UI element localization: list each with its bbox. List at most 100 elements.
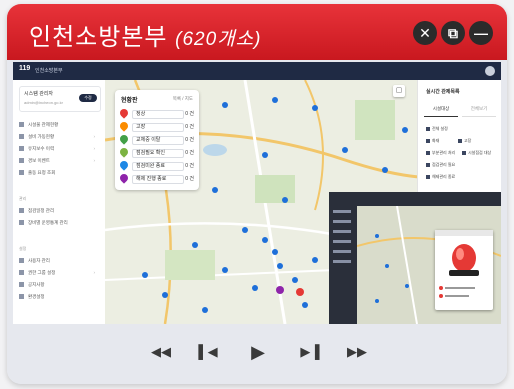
menu-icon <box>19 294 24 300</box>
status-panel: 현황판 목록 / 지도 정상 0 건 고장 0 건 교체중 이탈 0 건 점검필요 확… <box>115 90 199 190</box>
realtime-list-panel: 실시간 관제목록 시설대상 전체보기 전체 설정 화재 고장 부분관리 처리 시… <box>417 80 501 198</box>
app-window: 인천소방본부 (620개소) ✕ ⧉ — 119 인천소방본부 시스템 관리자 … <box>7 4 507 384</box>
sidebar: 시스템 관리자 admin@incheon.go.kr 수정 시설물 관제현황 … <box>13 80 106 324</box>
user-email: admin@incheon.go.kr <box>24 100 63 105</box>
chevron-right-icon: › <box>93 134 96 139</box>
list-item[interactable]: 고장 <box>458 138 471 144</box>
tab-facility[interactable]: 시설대상 <box>424 106 458 117</box>
menu-icon <box>19 258 24 264</box>
checkbox-icon <box>426 126 430 131</box>
user-menu-icon[interactable] <box>485 66 495 76</box>
sidebar-item[interactable]: 점검일정 관리 <box>19 206 101 215</box>
menu-icon <box>19 270 24 276</box>
app-brand: 인천소방본부 <box>35 68 63 74</box>
sidebar-item[interactable]: 공지사항 <box>19 280 101 289</box>
chevron-right-icon: › <box>93 146 96 151</box>
skip-forward-icon: ▶▐ <box>300 344 320 359</box>
checkbox-icon <box>426 138 430 143</box>
chevron-right-icon: › <box>93 158 96 163</box>
inset-sidebar <box>333 210 351 263</box>
pin-icon <box>118 107 130 119</box>
pin-icon <box>118 172 130 184</box>
next-button[interactable]: ▶▐ <box>299 344 321 360</box>
skip-back-icon: ▌◀ <box>198 344 218 359</box>
tab-all[interactable]: 전체보기 <box>462 106 496 117</box>
user-name: 시스템 관리자 <box>24 91 53 97</box>
fast-forward-icon: ▶▶ <box>347 344 367 359</box>
user-card: 시스템 관리자 admin@incheon.go.kr 수정 <box>19 86 101 112</box>
pin-icon <box>118 120 130 132</box>
menu-icon <box>19 122 24 128</box>
menu-icon <box>19 134 24 140</box>
sidebar-section-label: 설정 <box>19 246 27 251</box>
prev-button[interactable]: ▌◀ <box>197 344 219 360</box>
sidebar-item[interactable]: 사용자 관리 <box>19 256 101 265</box>
player-controls: ◀◀ ▌◀ ▶ ▶▐ ▶▶ <box>7 324 507 384</box>
sidebar-item[interactable]: 시설물 관제현황 <box>19 120 101 129</box>
window-title: 인천소방본부 (620개소) <box>29 17 261 52</box>
sidebar-item[interactable]: 경보 이벤트 › <box>19 156 101 165</box>
sidebar-item[interactable]: 장비별 운영통계 관리 <box>19 218 101 227</box>
copy-icon: ⧉ <box>448 25 458 41</box>
panel-title: 실시간 관제목록 <box>426 89 460 95</box>
list-item[interactable]: 화재 <box>426 138 439 144</box>
rewind-button[interactable]: ◀◀ <box>149 344 173 360</box>
status-panel-title: 현황판 <box>121 98 138 104</box>
map-view[interactable]: ▢ 현황판 목록 / 지도 정상 0 건 고장 0 건 교체중 이탈 0 건 점검필요… <box>105 80 501 324</box>
app-screenshot: 119 인천소방본부 시스템 관리자 admin@incheon.go.kr 수… <box>13 62 501 324</box>
sidebar-section-label: 관리 <box>19 196 27 201</box>
chevron-right-icon: › <box>93 270 96 275</box>
user-edit-button[interactable]: 수정 <box>79 94 97 102</box>
menu-icon <box>19 208 24 214</box>
fast-forward-button[interactable]: ▶▶ <box>345 344 369 360</box>
pin-icon <box>118 133 130 145</box>
status-panel-mode[interactable]: 목록 / 지도 <box>173 96 193 102</box>
app-logo: 119 <box>19 65 31 72</box>
checkbox-icon <box>426 174 430 179</box>
menu-icon <box>19 282 24 288</box>
status-row[interactable]: 해제 진행 종료 0 건 <box>118 172 194 185</box>
title-bar: 인천소방본부 (620개소) ✕ ⧉ — <box>7 4 507 60</box>
checkbox-icon <box>462 150 466 155</box>
play-icon: ▶ <box>251 342 265 362</box>
play-button[interactable]: ▶ <box>247 342 269 362</box>
list-item[interactable]: 해제관리 종료 <box>426 174 455 180</box>
title-text: 인천소방본부 <box>29 24 168 51</box>
sidebar-item[interactable]: 환경설정 <box>19 292 101 301</box>
inset-map <box>357 206 501 324</box>
inset-screenshot <box>329 192 501 324</box>
copy-button[interactable]: ⧉ <box>441 21 465 45</box>
sidebar-item[interactable]: 권한 그룹 설정 › <box>19 268 101 277</box>
close-icon: ✕ <box>419 25 431 41</box>
pin-icon <box>118 159 130 171</box>
sidebar-item[interactable]: 출동 요청 조회 <box>19 168 101 177</box>
close-button[interactable]: ✕ <box>413 21 437 45</box>
menu-icon <box>19 170 24 176</box>
menu-icon <box>19 158 24 164</box>
status-row[interactable]: 점검필요 확인 0 건 <box>118 146 194 159</box>
status-row[interactable]: 고장 0 건 <box>118 120 194 133</box>
minimize-button[interactable]: — <box>469 21 493 45</box>
rewind-icon: ◀◀ <box>151 344 171 359</box>
list-item[interactable]: 부분관리 처리 <box>426 150 455 156</box>
list-item[interactable]: 전체 설정 <box>426 126 448 132</box>
map-layer-button[interactable]: ▢ <box>393 85 405 97</box>
status-row[interactable]: 점검미완 종료 0 건 <box>118 159 194 172</box>
alarm-popup <box>435 230 493 310</box>
menu-icon <box>19 220 24 226</box>
sidebar-item[interactable]: 유지보수 이력 › <box>19 144 101 153</box>
checkbox-icon <box>426 162 430 167</box>
list-item[interactable]: 점검관리 필요 <box>426 162 455 168</box>
status-row[interactable]: 정상 0 건 <box>118 107 194 120</box>
siren-icon <box>435 230 493 298</box>
sidebar-item[interactable]: 설비 가동현황 › <box>19 132 101 141</box>
status-row[interactable]: 교체중 이탈 0 건 <box>118 133 194 146</box>
pin-icon <box>118 146 130 158</box>
checkbox-icon <box>426 150 430 155</box>
app-header: 119 인천소방본부 <box>13 62 501 80</box>
list-item[interactable]: 시설점검 대상 <box>462 150 491 156</box>
title-count: (620개소) <box>175 29 262 50</box>
checkbox-icon <box>458 138 462 143</box>
minimize-icon: — <box>474 25 488 41</box>
menu-icon <box>19 146 24 152</box>
